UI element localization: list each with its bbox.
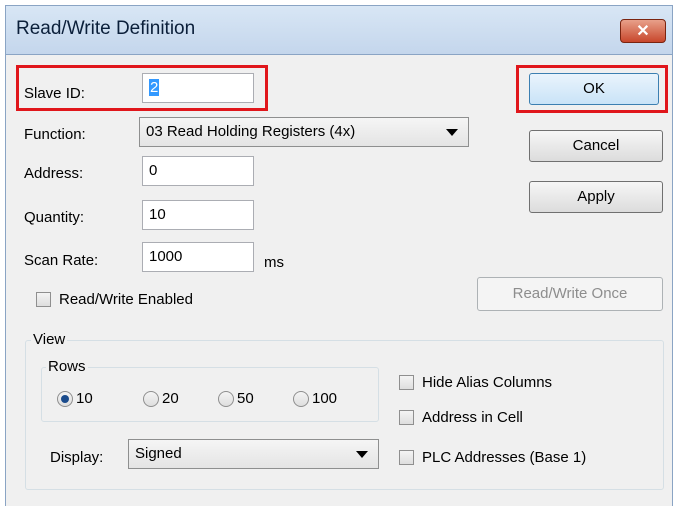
plc-addresses-label: PLC Addresses (Base 1): [422, 449, 587, 466]
rows-radio-100[interactable]: [293, 391, 309, 407]
rows-radio-10[interactable]: [57, 391, 73, 407]
quantity-label: Quantity:: [24, 209, 85, 226]
display-select[interactable]: Signed: [128, 439, 379, 469]
function-label: Function:: [24, 126, 86, 143]
chevron-down-icon: [446, 129, 458, 136]
quantity-input[interactable]: 10: [142, 200, 254, 230]
title-bar[interactable]: Read/Write Definition ✕: [5, 5, 673, 55]
close-icon: ✕: [636, 23, 650, 40]
rows-group-label: Rows: [46, 358, 88, 375]
display-label: Display:: [50, 449, 104, 466]
display-value: Signed: [135, 445, 182, 462]
scan-rate-input[interactable]: 1000: [142, 242, 254, 272]
rows-option-10: 10: [76, 390, 93, 407]
rows-radio-20[interactable]: [143, 391, 159, 407]
hide-alias-columns-label: Hide Alias Columns: [422, 374, 553, 391]
slave-id-highlight: [16, 65, 268, 111]
scan-rate-value: 1000: [149, 248, 183, 265]
quantity-value: 10: [149, 206, 166, 223]
cancel-button[interactable]: Cancel: [529, 130, 663, 162]
plc-addresses-checkbox[interactable]: [399, 450, 414, 465]
rows-option-20: 20: [162, 390, 179, 407]
read-write-enabled-label: Read/Write Enabled: [59, 291, 193, 308]
address-label: Address:: [24, 165, 84, 182]
close-button[interactable]: ✕: [620, 19, 666, 43]
function-value: 03 Read Holding Registers (4x): [146, 123, 356, 140]
window-title: Read/Write Definition: [16, 18, 196, 39]
scan-rate-unit: ms: [264, 254, 284, 271]
view-group-label: View: [31, 331, 68, 348]
hide-alias-columns-checkbox[interactable]: [399, 375, 414, 390]
chevron-down-icon: [356, 451, 368, 458]
address-input[interactable]: 0: [142, 156, 254, 186]
read-write-once-button[interactable]: Read/Write Once: [477, 277, 663, 311]
address-in-cell-label: Address in Cell: [422, 409, 523, 426]
read-write-enabled-checkbox[interactable]: [36, 292, 51, 307]
rows-option-50: 50: [237, 390, 254, 407]
scan-rate-label: Scan Rate:: [24, 252, 99, 269]
dialog-body: Slave ID: 2 Function: 03 Read Holding Re…: [5, 55, 673, 506]
address-in-cell-checkbox[interactable]: [399, 410, 414, 425]
apply-button[interactable]: Apply: [529, 181, 663, 213]
rows-radio-50[interactable]: [218, 391, 234, 407]
rows-option-100: 100: [312, 390, 338, 407]
function-select[interactable]: 03 Read Holding Registers (4x): [139, 117, 469, 147]
ok-button-highlight: [516, 65, 668, 113]
address-value: 0: [149, 162, 158, 179]
read-write-definition-dialog: Read/Write Definition ✕ Slave ID: 2 Func…: [5, 5, 673, 506]
